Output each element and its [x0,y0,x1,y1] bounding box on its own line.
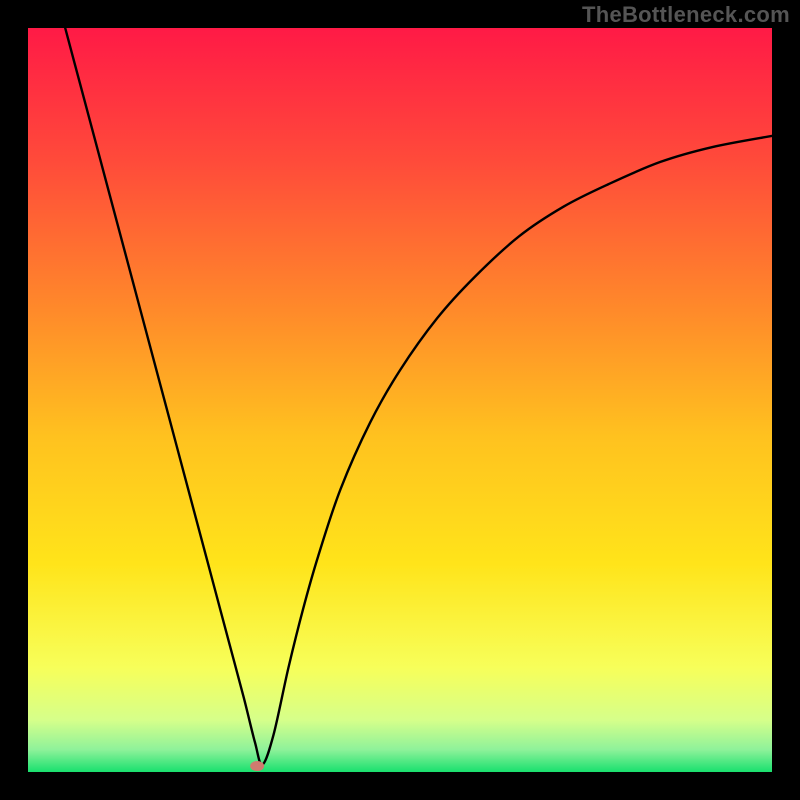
chart-outer: TheBottleneck.com [0,0,800,800]
chart-svg [28,28,772,772]
optimal-point-marker [250,761,264,771]
watermark-text: TheBottleneck.com [582,2,790,28]
gradient-background [28,28,772,772]
plot-panel [28,28,772,772]
